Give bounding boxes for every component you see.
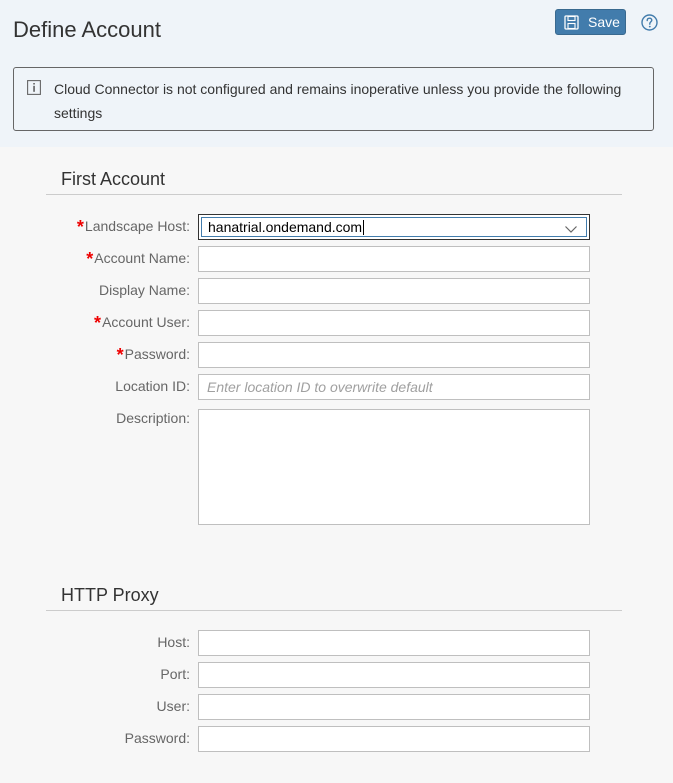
save-button-label: Save: [588, 14, 620, 30]
save-icon: [564, 14, 579, 30]
page-title: Define Account: [13, 17, 161, 42]
section-divider: [46, 194, 622, 195]
proxy-host-input[interactable]: [198, 630, 590, 656]
password-label: *Password:: [116, 345, 190, 365]
info-message-strip: Cloud Connector is not configured and re…: [13, 67, 654, 131]
location-id-input[interactable]: [198, 374, 590, 400]
required-marker: *: [76, 217, 84, 237]
account-user-input[interactable]: [198, 310, 590, 336]
location-id-label: Location ID:: [115, 378, 190, 394]
http-proxy-title: HTTP Proxy: [61, 585, 159, 605]
required-marker: *: [116, 345, 124, 365]
required-marker: *: [94, 313, 102, 333]
help-icon[interactable]: [641, 14, 658, 31]
account-user-label: *Account User:: [94, 313, 190, 333]
section-divider: [46, 610, 622, 611]
save-button[interactable]: Save: [555, 9, 626, 35]
landscape-host-value: hanatrial.ondemand.com: [208, 219, 363, 235]
info-message-text: Cloud Connector is not configured and re…: [54, 81, 622, 121]
display-name-input[interactable]: [198, 278, 590, 304]
landscape-host-select[interactable]: hanatrial.ondemand.com: [198, 214, 590, 240]
first-account-title: First Account: [61, 169, 166, 189]
description-label: Description:: [116, 410, 190, 426]
description-textarea[interactable]: [198, 409, 590, 525]
proxy-host-label: Host:: [157, 634, 190, 650]
password-input[interactable]: [198, 342, 590, 368]
account-name-input[interactable]: [198, 246, 590, 272]
display-name-label: Display Name:: [98, 282, 190, 298]
account-name-label: *Account Name:: [86, 249, 190, 269]
proxy-port-label: Port:: [160, 666, 190, 682]
required-marker: *: [86, 249, 94, 269]
proxy-password-label: Password:: [124, 730, 190, 746]
chevron-down-icon[interactable]: [564, 222, 578, 236]
proxy-user-label: User:: [156, 698, 190, 714]
proxy-user-input[interactable]: [198, 694, 590, 720]
proxy-port-input[interactable]: [198, 662, 590, 688]
text-cursor: [363, 219, 365, 235]
proxy-password-input[interactable]: [198, 726, 590, 752]
info-icon: [27, 80, 41, 95]
landscape-host-label: *Landscape Host:: [76, 217, 190, 237]
page-header: Define Account Save Cloud Connector is n…: [0, 0, 673, 147]
